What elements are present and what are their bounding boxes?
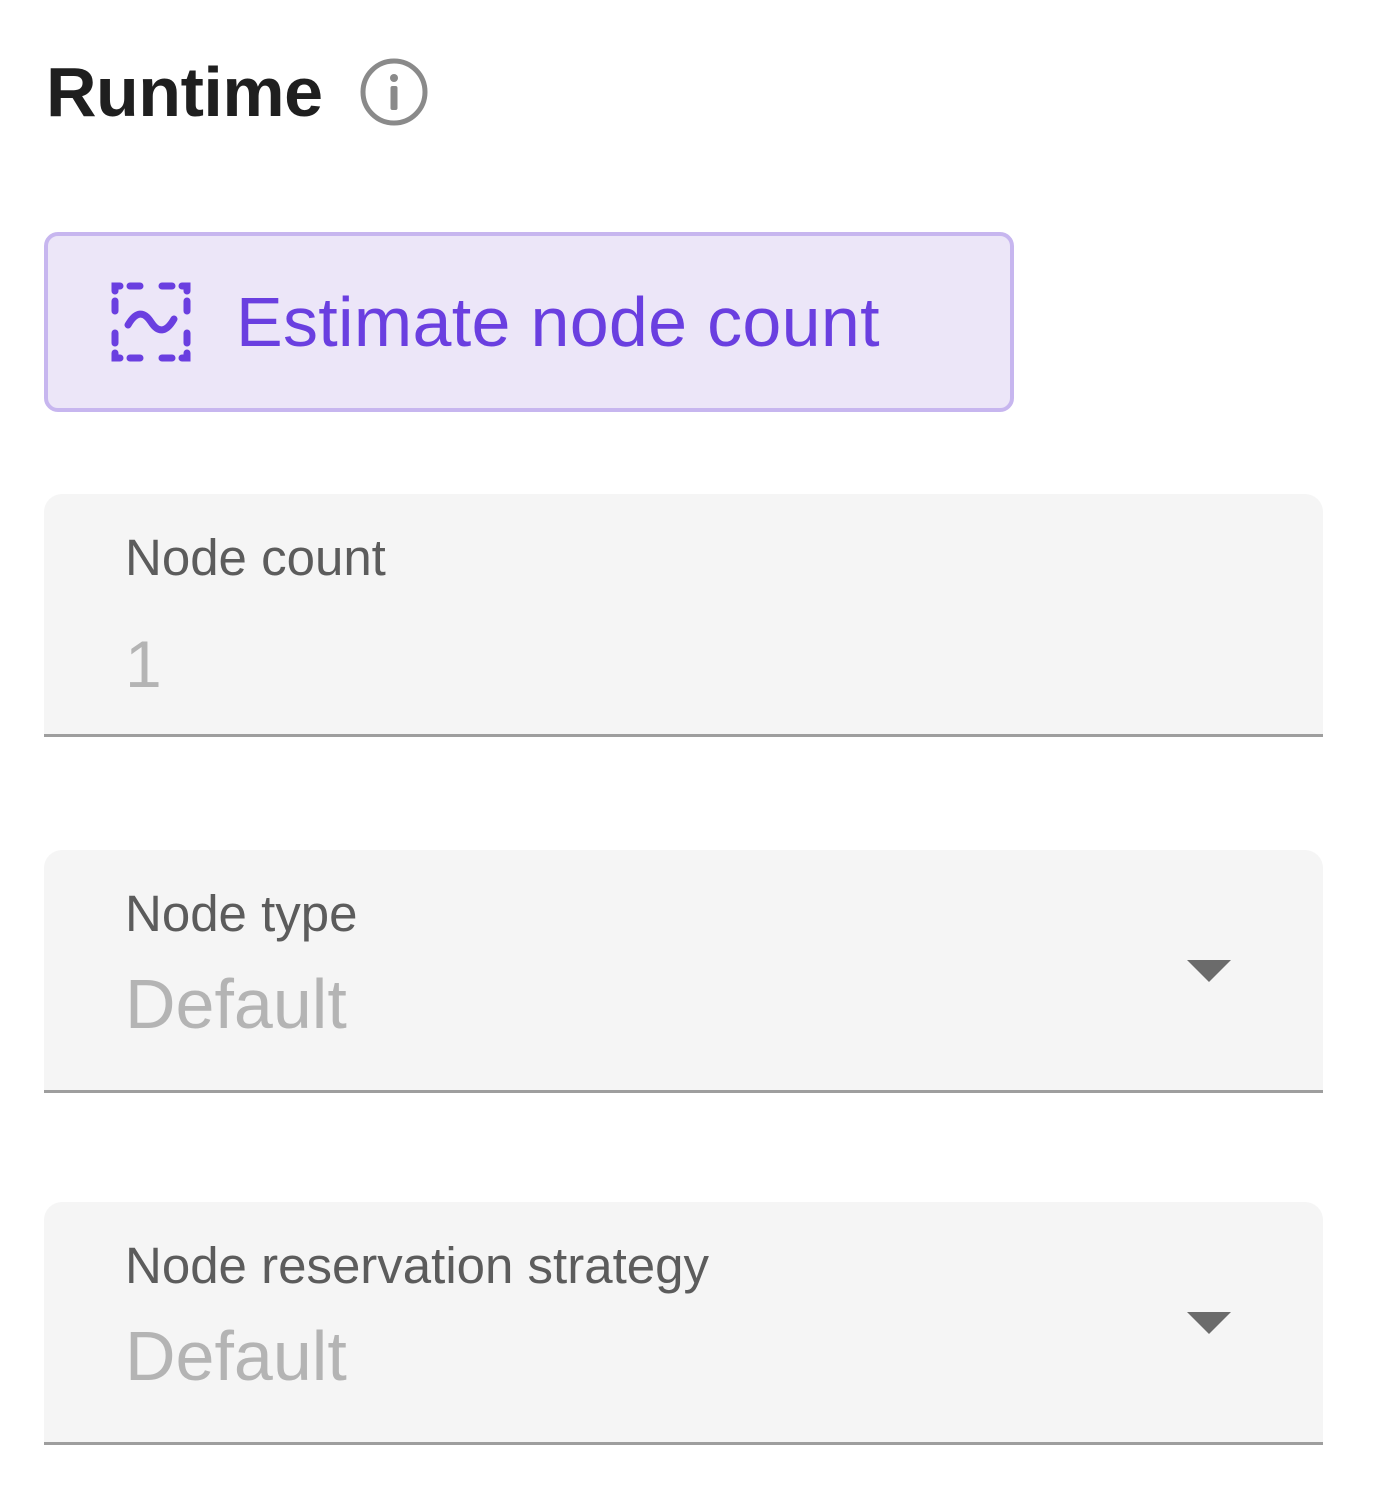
wave-scan-icon — [110, 281, 192, 363]
estimate-node-count-label: Estimate node count — [236, 283, 880, 361]
node-count-label: Node count — [125, 529, 386, 586]
estimate-node-count-button[interactable]: Estimate node count — [44, 232, 1014, 412]
node-reservation-strategy-select[interactable]: Node reservation strategy Default — [44, 1202, 1323, 1445]
node-count-value[interactable]: 1 — [125, 624, 162, 704]
info-circle-icon[interactable] — [359, 57, 429, 127]
node-type-value: Default — [125, 965, 347, 1043]
chevron-down-icon[interactable] — [1187, 1312, 1231, 1334]
node-type-select[interactable]: Node type Default — [44, 850, 1323, 1093]
section-header: Runtime — [46, 52, 429, 132]
chevron-down-icon[interactable] — [1187, 960, 1231, 982]
node-reservation-strategy-label: Node reservation strategy — [125, 1237, 709, 1294]
node-count-field[interactable]: Node count 1 — [44, 494, 1323, 737]
node-type-label: Node type — [125, 885, 358, 942]
section-title: Runtime — [46, 53, 323, 131]
node-reservation-strategy-value: Default — [125, 1317, 347, 1395]
